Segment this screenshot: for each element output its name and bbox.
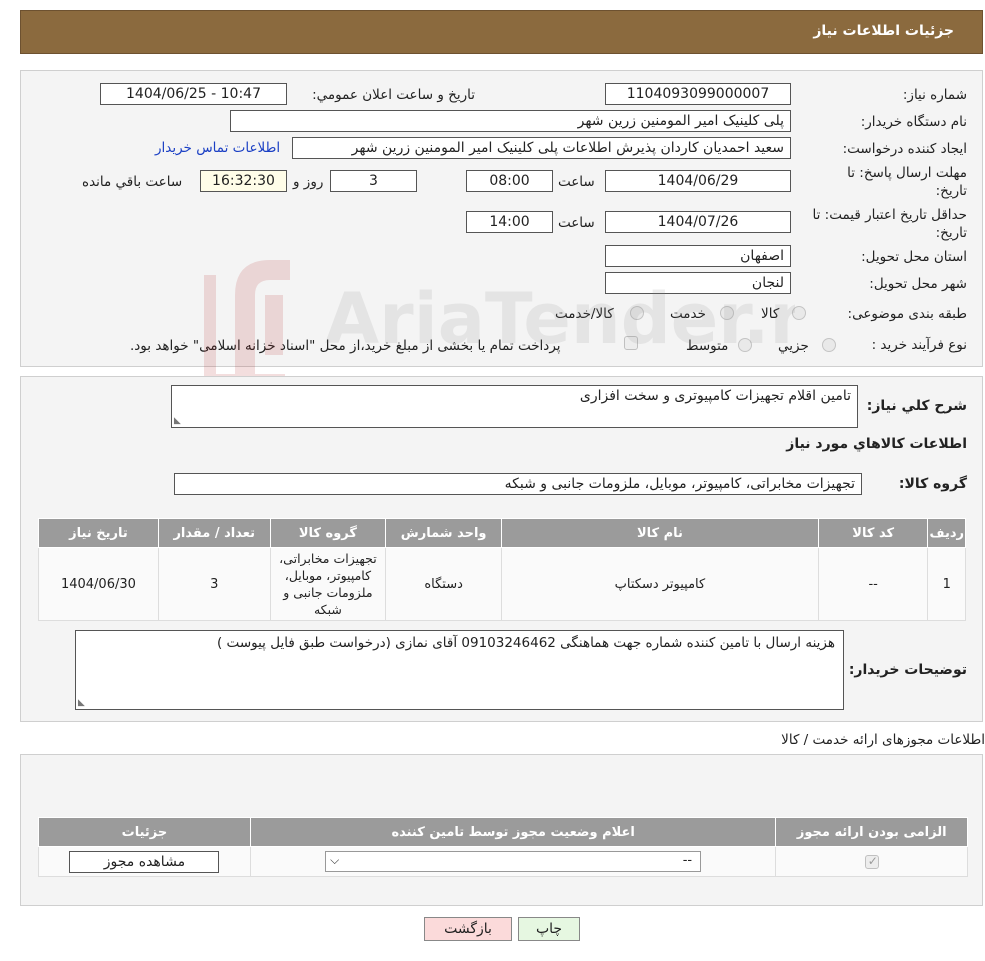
treasury-note: پرداخت تمام يا بخشی از مبلغ خريد،از محل … — [130, 338, 561, 354]
chevron-down-icon: ⌵ — [330, 853, 340, 867]
announce-datetime-label: تاریخ و ساعت اعلان عمومي: — [312, 87, 475, 103]
col-code: کد کالا — [817, 518, 929, 548]
requester-field: سعید احمدیان کاردان پذیرش اطلاعات پلی کل… — [292, 137, 791, 159]
announce-datetime-field: 1404/06/25 - 10:47 — [100, 83, 287, 105]
cell-permit-status: -- ⌵ — [249, 846, 777, 877]
requester-label: ايجاد کننده درخواست: — [842, 141, 967, 157]
buyer-org-label: نام دستگاه خريدار: — [860, 114, 967, 130]
description-text: تامین اقلام تجهیزات کامپیوتری و سخت افزا… — [579, 388, 851, 404]
reply-days-field: 3 — [330, 170, 417, 192]
goods-table: رديف کد کالا نام کالا واحد شمارش گروه کا… — [38, 518, 966, 621]
need-number-label: شماره نیاز: — [902, 87, 967, 103]
permit-status-select[interactable]: -- ⌵ — [325, 851, 702, 872]
goods-section-title: اطلاعات کالاهاي مورد نياز — [786, 436, 967, 452]
col-row: رديف — [927, 518, 966, 548]
process-radio-minor[interactable] — [822, 338, 836, 352]
col-permit-details: جزئیات — [38, 817, 251, 847]
resize-grip-icon[interactable]: ◢ — [174, 416, 181, 426]
cell-row: 1 — [927, 547, 966, 621]
goods-group-field: تجهیزات مخابراتی، کامپیوتر، موبایل، ملزو… — [174, 473, 862, 495]
back-button[interactable]: بازگشت — [424, 917, 512, 941]
need-number-field: 1104093099000007 — [605, 83, 791, 105]
category-radio-both[interactable] — [630, 306, 644, 320]
reply-time-label: ساعت — [558, 174, 595, 190]
print-button[interactable]: چاپ — [518, 917, 580, 941]
reply-days-label: روز و — [293, 174, 324, 190]
goods-group-label: گروه کالا: — [898, 476, 967, 492]
city-label: شهر محل تحويل: — [869, 276, 967, 292]
category-label: طبقه بندی موضوعی: — [847, 306, 967, 322]
cell-permit-details: مشاهده مجوز — [38, 846, 251, 877]
buyer-notes-text: هزینه ارسال با تامین کننده شماره جهت هما… — [217, 635, 835, 651]
description-textarea[interactable]: تامین اقلام تجهیزات کامپیوتری و سخت افزا… — [171, 385, 858, 428]
cell-unit: دستگاه — [385, 547, 503, 621]
city-field: لنجان — [605, 272, 791, 294]
cell-date: 1404/06/30 — [38, 547, 159, 621]
col-name: نام کالا — [501, 518, 819, 548]
reply-deadline-time: 08:00 — [466, 170, 553, 192]
category-radio-service[interactable] — [720, 306, 734, 320]
permit-status-value: -- — [682, 853, 693, 868]
buyer-contact-link[interactable]: اطلاعات تماس خريدار — [155, 140, 280, 156]
cell-code: -- — [817, 547, 929, 621]
process-option-minor: جزيي — [778, 338, 809, 354]
process-option-medium: متوسط — [686, 338, 729, 354]
permit-required-checkbox — [864, 854, 879, 869]
category-option-both: کالا/خدمت — [555, 306, 614, 322]
cell-group: تجهیزات مخابراتی، کامپیوتر، موبایل، ملزو… — [269, 547, 387, 621]
view-permit-button[interactable]: مشاهده مجوز — [69, 850, 220, 873]
page-title: جزئیات اطلاعات نیاز — [813, 23, 954, 39]
buyer-notes-label: توضيحات خريدار: — [848, 662, 967, 678]
permits-title: اطلاعات مجوزهای ارائه خدمت / کالا — [781, 732, 985, 748]
cell-name: کامپیوتر دسکتاپ — [501, 547, 819, 621]
buyer-notes-textarea[interactable]: هزینه ارسال با تامین کننده شماره جهت هما… — [75, 630, 844, 710]
col-date: تاريخ نياز — [38, 518, 159, 548]
cell-qty: 3 — [157, 547, 271, 621]
price-validity-label: حداقل تاريخ اعتبار قيمت: تا تاريخ: — [812, 207, 967, 241]
price-validity-time: 14:00 — [466, 211, 553, 233]
category-option-service: خدمت — [670, 306, 706, 322]
process-radio-medium[interactable] — [738, 338, 752, 352]
cell-permit-required — [775, 846, 968, 877]
resize-grip-icon[interactable]: ◢ — [78, 698, 85, 708]
col-group: گروه کالا — [269, 518, 387, 548]
category-radio-goods[interactable] — [792, 306, 806, 320]
process-type-label: نوع فرآيند خريد : — [871, 337, 967, 353]
description-label: شرح کلي نياز: — [866, 398, 967, 414]
goods-table-header: رديف کد کالا نام کالا واحد شمارش گروه کا… — [38, 518, 966, 548]
permits-table-header: الزامی بودن ارائه مجوز اعلام وضعیت مجوز … — [38, 817, 968, 847]
page-header: جزئیات اطلاعات نیاز — [20, 10, 983, 54]
reply-deadline-label: مهلت ارسال پاسخ: تا تاريخ: — [847, 165, 967, 199]
col-unit: واحد شمارش — [385, 518, 503, 548]
col-permit-required: الزامی بودن ارائه مجوز — [775, 817, 968, 847]
remaining-time-label: ساعت باقي مانده — [82, 174, 183, 190]
remaining-time-field: 16:32:30 — [200, 170, 287, 192]
price-time-label: ساعت — [558, 215, 595, 231]
province-label: استان محل تحويل: — [861, 249, 967, 265]
province-field: اصفهان — [605, 245, 791, 267]
col-permit-status: اعلام وضعیت مجوز توسط تامین کننده — [249, 817, 777, 847]
permits-table: الزامی بودن ارائه مجوز اعلام وضعیت مجوز … — [38, 817, 968, 877]
treasury-checkbox[interactable] — [624, 336, 638, 350]
buyer-org-field: پلی کلینیک امیر المومنین زرین شهر — [230, 110, 791, 132]
table-row: -- ⌵ مشاهده مجوز — [38, 846, 968, 877]
reply-deadline-date: 1404/06/29 — [605, 170, 791, 192]
table-row: 1 -- کامپیوتر دسکتاپ دستگاه تجهیزات مخاب… — [38, 547, 966, 621]
price-validity-date: 1404/07/26 — [605, 211, 791, 233]
col-qty: تعداد / مقدار — [157, 518, 271, 548]
category-option-goods: کالا — [761, 306, 780, 322]
